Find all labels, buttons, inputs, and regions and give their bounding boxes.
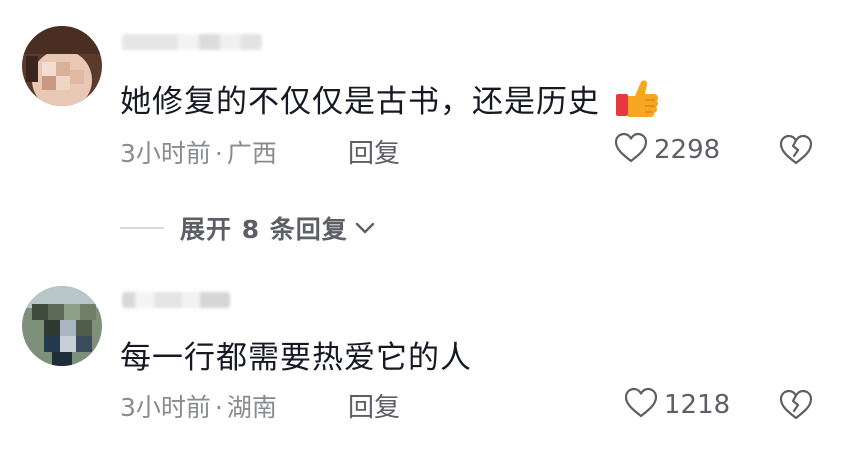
thumbs-up-icon <box>615 78 659 126</box>
comment-text: 她修复的不仅仅是古书，还是历史 <box>120 76 659 126</box>
expand-replies-label: 展开 8 条回复 <box>180 215 348 244</box>
meta-separator: · <box>214 139 223 168</box>
meta-separator: · <box>214 393 223 422</box>
timestamp: 3小时前 <box>120 139 211 168</box>
broken-heart-icon[interactable] <box>778 133 814 167</box>
expand-replies-button[interactable]: 展开 8 条回复 <box>120 212 378 244</box>
like-button[interactable]: 2298 <box>614 132 721 168</box>
divider-line <box>120 227 164 229</box>
username[interactable] <box>122 34 262 50</box>
like-button[interactable]: 1218 <box>624 387 731 423</box>
comment-body: 她修复的不仅仅是古书，还是历史 <box>120 84 600 120</box>
location: 湖南 <box>226 393 277 422</box>
heart-icon <box>624 387 658 423</box>
avatar[interactable] <box>22 286 102 366</box>
comment-list: 她修复的不仅仅是古书，还是历史 3小时前 · 广西 回复 2298 展开 8 条… <box>0 0 853 452</box>
username[interactable] <box>122 292 230 308</box>
timestamp: 3小时前 <box>120 393 211 422</box>
heart-icon <box>614 132 648 168</box>
comment-text: 每一行都需要热爱它的人 <box>120 332 472 377</box>
reply-button[interactable]: 回复 <box>348 387 400 424</box>
comment-meta: 3小时前 · 湖南 <box>120 388 277 424</box>
comment-body: 每一行都需要热爱它的人 <box>120 340 472 376</box>
reply-button[interactable]: 回复 <box>348 133 400 170</box>
comment-meta: 3小时前 · 广西 <box>120 134 277 170</box>
like-count: 2298 <box>654 135 721 165</box>
location: 广西 <box>226 139 277 168</box>
broken-heart-icon[interactable] <box>778 388 814 422</box>
chevron-down-icon <box>352 215 378 241</box>
avatar[interactable] <box>22 26 102 106</box>
like-count: 1218 <box>664 390 731 420</box>
